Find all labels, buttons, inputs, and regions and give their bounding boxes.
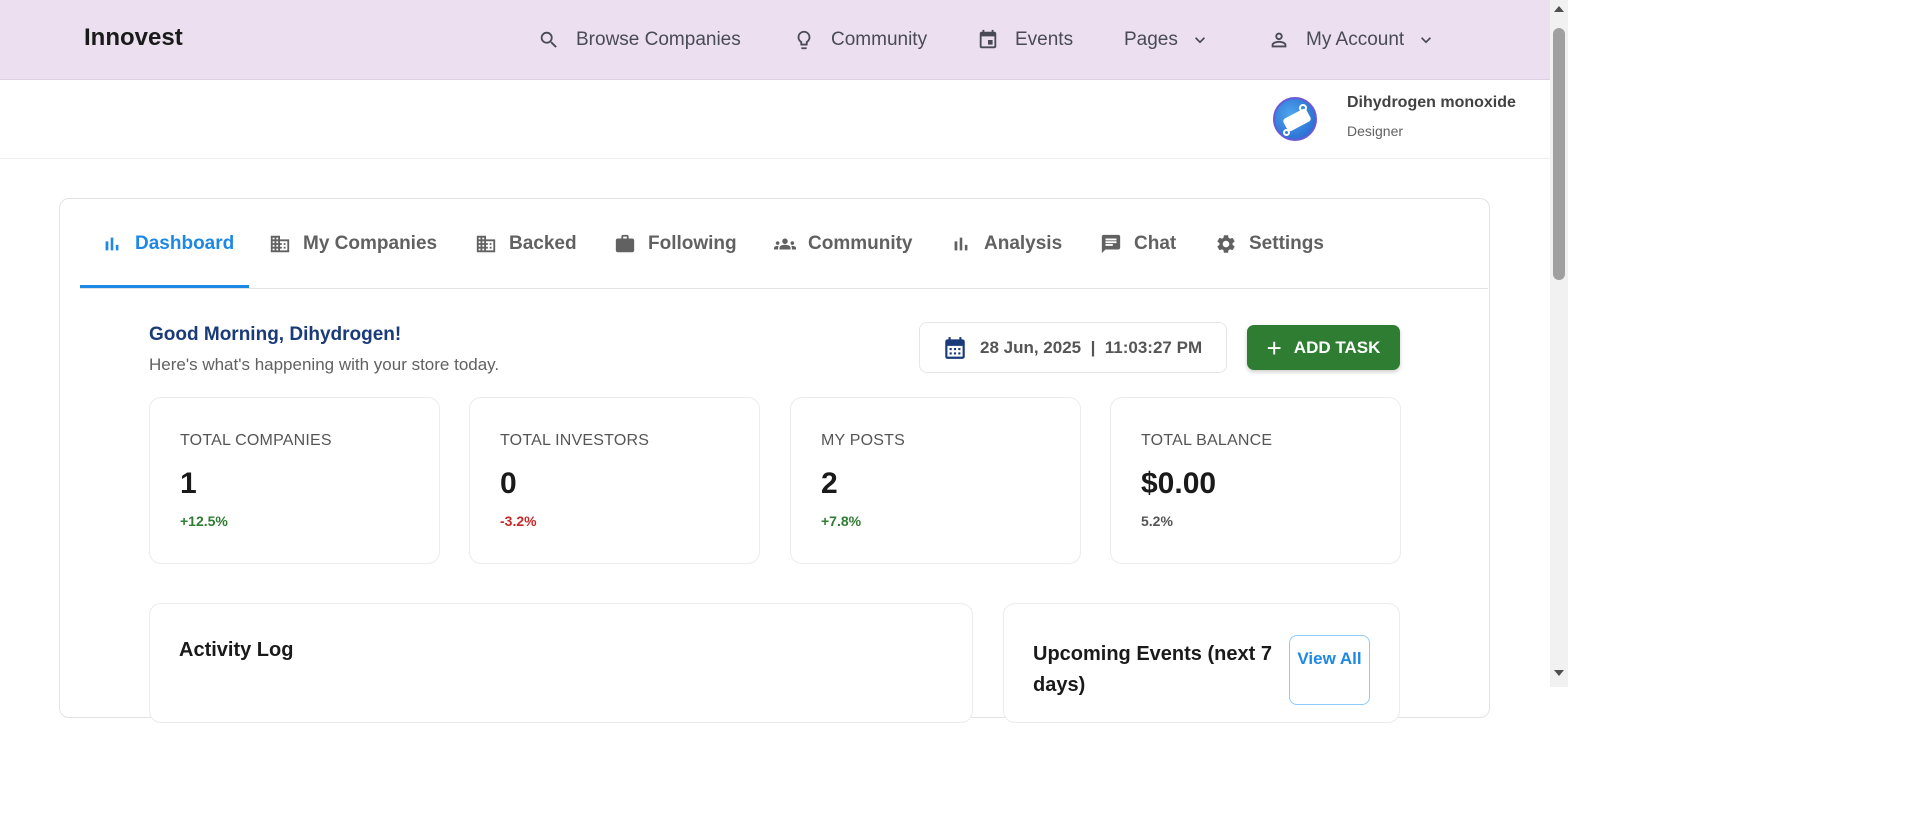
stat-card-my-posts[interactable]: MY POSTS 2 +7.8% [790, 397, 1081, 564]
tab-label: Analysis [984, 233, 1063, 254]
nav-label: Events [1015, 29, 1074, 50]
profile-name: Dihydrogen monoxide [1347, 94, 1516, 111]
active-tab-indicator [80, 285, 249, 288]
people-icon [774, 238, 796, 250]
person-icon [1271, 32, 1287, 48]
brand-logo[interactable]: Innovest [84, 24, 183, 52]
stat-value: 1 [180, 467, 197, 500]
scroll-down-arrow-icon[interactable] [1554, 670, 1564, 676]
scroll-up-arrow-icon[interactable] [1554, 6, 1564, 12]
stat-change: +7.8% [821, 513, 862, 529]
date-time-display: 28 Jun, 2025 | 11:03:27 PM [919, 322, 1227, 373]
top-navbar: Innovest Browse Companies Community Even… [0, 0, 1550, 80]
briefcase-icon [615, 234, 635, 253]
tab-analysis[interactable]: Analysis [950, 229, 1062, 259]
plus-icon: + [1266, 332, 1282, 363]
stat-card-total-investors[interactable]: TOTAL INVESTORS 0 -3.2% [469, 397, 760, 564]
scrollbar-thumb[interactable] [1553, 28, 1565, 280]
view-all-button[interactable]: View All [1289, 635, 1370, 705]
tab-label: Chat [1134, 233, 1177, 254]
nav-label: Community [831, 29, 928, 50]
gear-icon [1217, 235, 1235, 253]
date-time-text: 28 Jun, 2025 | 11:03:27 PM [980, 337, 1203, 357]
chevron-down-icon [1421, 37, 1432, 44]
nav-events[interactable]: Events [977, 26, 1073, 54]
stat-card-total-balance[interactable]: TOTAL BALANCE $0.00 5.2% [1110, 397, 1401, 564]
stat-change: -3.2% [500, 513, 537, 529]
greeting-subtitle: Here's what's happening with your store … [149, 355, 500, 374]
tab-label: My Companies [303, 233, 438, 254]
tab-following[interactable]: Following [614, 229, 737, 259]
activity-log-title: Activity Log [179, 639, 294, 661]
tab-label: Settings [1249, 233, 1324, 254]
profile-role: Designer [1347, 123, 1404, 139]
stat-value: $0.00 [1141, 467, 1217, 500]
nav-label: Pages [1124, 29, 1178, 50]
tab-label: Following [648, 233, 737, 254]
stat-label: TOTAL INVESTORS [500, 432, 650, 449]
stat-change: 5.2% [1141, 513, 1173, 529]
add-task-button[interactable]: + ADD TASK [1247, 325, 1400, 370]
tab-label: Community [808, 233, 913, 254]
add-task-label: ADD TASK [1293, 337, 1381, 357]
stat-label: MY POSTS [821, 432, 905, 449]
building-icon [476, 235, 496, 253]
nav-pages-dropdown[interactable]: Pages [1124, 26, 1210, 54]
avatar[interactable] [1273, 97, 1317, 141]
bar-chart-icon [105, 237, 119, 251]
tab-chat[interactable]: Chat [1100, 229, 1176, 259]
lightbulb-icon [797, 30, 811, 50]
calendar-icon [979, 29, 997, 49]
tab-my-companies[interactable]: My Companies [269, 229, 437, 259]
tab-label: Dashboard [135, 233, 235, 254]
tab-community[interactable]: Community [774, 229, 913, 259]
stat-value: 2 [821, 467, 838, 500]
tab-backed[interactable]: Backed [475, 229, 577, 259]
stat-card-total-companies[interactable]: TOTAL COMPANIES 1 +12.5% [149, 397, 440, 564]
stat-label: TOTAL COMPANIES [180, 432, 332, 449]
greeting-heading: Good Morning, Dihydrogen! [149, 324, 402, 345]
nav-browse-companies[interactable]: Browse Companies [538, 26, 741, 54]
nav-community[interactable]: Community [793, 26, 927, 54]
scrollbar[interactable] [1550, 0, 1568, 687]
building-icon [270, 235, 290, 253]
calendar-icon [945, 336, 965, 359]
activity-log-panel [149, 603, 973, 723]
chevron-down-icon [1194, 37, 1205, 44]
tab-dashboard[interactable]: Dashboard [101, 229, 234, 259]
search-icon [540, 31, 557, 48]
nav-my-account-dropdown[interactable]: My Account [1268, 26, 1436, 54]
tab-settings[interactable]: Settings [1215, 229, 1324, 259]
tab-label: Backed [509, 233, 577, 254]
stat-change: +12.5% [180, 513, 228, 529]
nav-label: My Account [1306, 29, 1405, 50]
profile-bar [0, 80, 1550, 159]
nav-label: Browse Companies [576, 29, 741, 50]
chat-icon [1101, 234, 1121, 254]
upcoming-events-title: Upcoming Events (next 7 days) [1033, 643, 1272, 696]
stat-value: 0 [500, 467, 517, 500]
stat-label: TOTAL BALANCE [1141, 432, 1273, 449]
bar-chart-icon [954, 237, 968, 251]
